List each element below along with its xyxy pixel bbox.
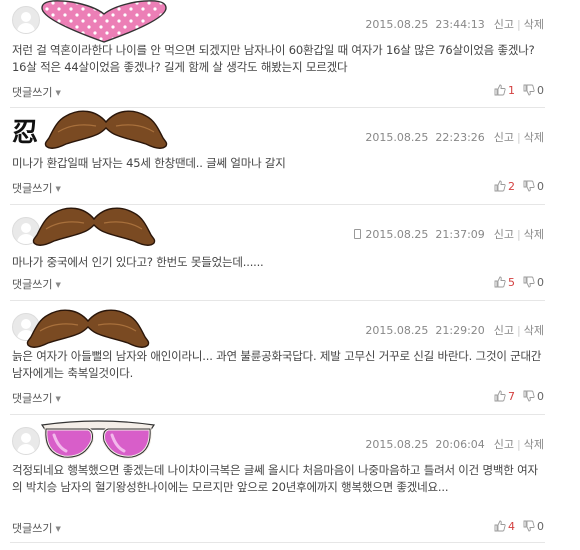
delete-link[interactable]: 삭제 [524, 438, 544, 451]
reply-label: 댓글쓰기 [12, 392, 53, 405]
pink-sunglasses-sticker [40, 420, 156, 459]
comment-text: 걱정되네요 행복했으면 좋겠는데 나이차이극복은 글쎄 올시다 처음마음이 나중… [12, 463, 538, 494]
reply-button[interactable]: 댓글쓰기 ▼ [12, 84, 61, 100]
thumbs-down-button[interactable]: 0 [523, 180, 544, 193]
comment-time: 21:29:20 [435, 324, 485, 337]
thumbs-up-button[interactable]: 1 [494, 84, 523, 97]
thumbs-down-button[interactable]: 0 [523, 276, 544, 289]
report-link[interactable]: 신고 [494, 228, 514, 241]
reply-button[interactable]: 댓글쓰기 ▼ [12, 520, 61, 536]
thumbs-down-icon [523, 390, 535, 402]
vote-group: 50 [494, 276, 544, 289]
upvote-count: 7 [508, 390, 515, 403]
thumbs-up-button[interactable]: 5 [494, 276, 523, 289]
avatar[interactable] [12, 427, 40, 455]
mustache-sticker [44, 110, 168, 149]
thumbs-down-icon [523, 520, 535, 532]
vote-group: 10 [494, 84, 544, 97]
comment-meta: 2015.08.25 20:06:04 신고 | 삭제 [365, 438, 544, 451]
pink-heart-sticker [41, 0, 167, 43]
comment-time: 22:23:26 [435, 131, 485, 144]
reply-label: 댓글쓰기 [12, 278, 53, 291]
reply-label: 댓글쓰기 [12, 86, 53, 99]
reply-button[interactable]: 댓글쓰기 ▼ [12, 180, 61, 196]
comment-time: 23:44:13 [435, 18, 485, 31]
downvote-count: 0 [537, 84, 544, 97]
comment-time: 21:37:09 [435, 228, 485, 241]
reply-label: 댓글쓰기 [12, 182, 53, 195]
comment-date: 2015.08.25 [365, 438, 429, 451]
reply-button[interactable]: 댓글쓰기 ▼ [12, 276, 61, 292]
upvote-count: 4 [508, 520, 515, 533]
comment-date: 2015.08.25 [365, 324, 429, 337]
ninja-badge-icon: 忍 [12, 118, 39, 148]
comment-text: 늙은 여자가 아들뻘의 남자와 애인이라니... 과연 불륜공화국답다. 제발 … [12, 349, 542, 380]
thumbs-down-button[interactable]: 0 [523, 390, 544, 403]
caret-down-icon: ▼ [55, 185, 61, 193]
thumbs-up-button[interactable]: 4 [494, 520, 523, 533]
report-link[interactable]: 신고 [494, 18, 514, 31]
thumbs-down-icon [523, 276, 535, 288]
vote-group: 40 [494, 520, 544, 533]
mobile-icon [354, 229, 362, 239]
divider [10, 300, 545, 301]
thumbs-up-icon [494, 390, 506, 402]
thumbs-down-button[interactable]: 0 [523, 84, 544, 97]
divider [10, 414, 545, 415]
upvote-count: 1 [508, 84, 515, 97]
report-link[interactable]: 신고 [494, 131, 514, 144]
comment-text: 마나가 중국에서 인기 있다고? 한번도 못들었는데...... [12, 255, 264, 269]
thumbs-down-icon [523, 84, 535, 96]
delete-link[interactable]: 삭제 [524, 131, 544, 144]
comment-meta: 2015.08.25 21:29:20 신고 | 삭제 [365, 324, 544, 337]
thumbs-up-icon [494, 276, 506, 288]
report-link[interactable]: 신고 [494, 324, 514, 337]
comment-meta: 2015.08.25 23:44:13 신고 | 삭제 [365, 18, 544, 31]
comment-meta: 2015.08.25 22:23:26 신고 | 삭제 [365, 131, 544, 144]
comment-date: 2015.08.25 [365, 228, 429, 241]
mustache-sticker [26, 309, 150, 348]
mustache-sticker [32, 207, 156, 246]
downvote-count: 0 [537, 390, 544, 403]
vote-group: 70 [494, 390, 544, 403]
comment-date: 2015.08.25 [365, 131, 429, 144]
reply-button[interactable]: 댓글쓰기 ▼ [12, 390, 61, 406]
delete-link[interactable]: 삭제 [524, 324, 544, 337]
thumbs-up-icon [494, 520, 506, 532]
caret-down-icon: ▼ [55, 395, 61, 403]
delete-link[interactable]: 삭제 [524, 18, 544, 31]
comment-date: 2015.08.25 [365, 18, 429, 31]
caret-down-icon: ▼ [55, 525, 61, 533]
caret-down-icon: ▼ [55, 281, 61, 289]
thumbs-up-button[interactable]: 2 [494, 180, 523, 193]
thumbs-down-icon [523, 180, 535, 192]
comment-text: 미나가 환갑일때 남자는 45세 한창땐데.. 글쎄 얼마나 갈지 [12, 156, 286, 170]
avatar[interactable] [12, 6, 40, 34]
vote-group: 20 [494, 180, 544, 193]
delete-link[interactable]: 삭제 [524, 228, 544, 241]
comment-meta: 2015.08.25 21:37:09 신고 | 삭제 [354, 226, 544, 242]
caret-down-icon: ▼ [55, 89, 61, 97]
thumbs-down-button[interactable]: 0 [523, 520, 544, 533]
comment-text: 저런 걸 역혼이라한다 나이를 안 먹으면 되겠지만 남자나이 60환갑일 때 … [12, 43, 535, 74]
divider [10, 542, 545, 543]
report-link[interactable]: 신고 [494, 438, 514, 451]
comment-time: 20:06:04 [435, 438, 485, 451]
downvote-count: 0 [537, 180, 544, 193]
thumbs-up-icon [494, 180, 506, 192]
upvote-count: 2 [508, 180, 515, 193]
reply-label: 댓글쓰기 [12, 522, 53, 535]
thumbs-up-button[interactable]: 7 [494, 390, 523, 403]
downvote-count: 0 [537, 520, 544, 533]
upvote-count: 5 [508, 276, 515, 289]
downvote-count: 0 [537, 276, 544, 289]
thumbs-up-icon [494, 84, 506, 96]
